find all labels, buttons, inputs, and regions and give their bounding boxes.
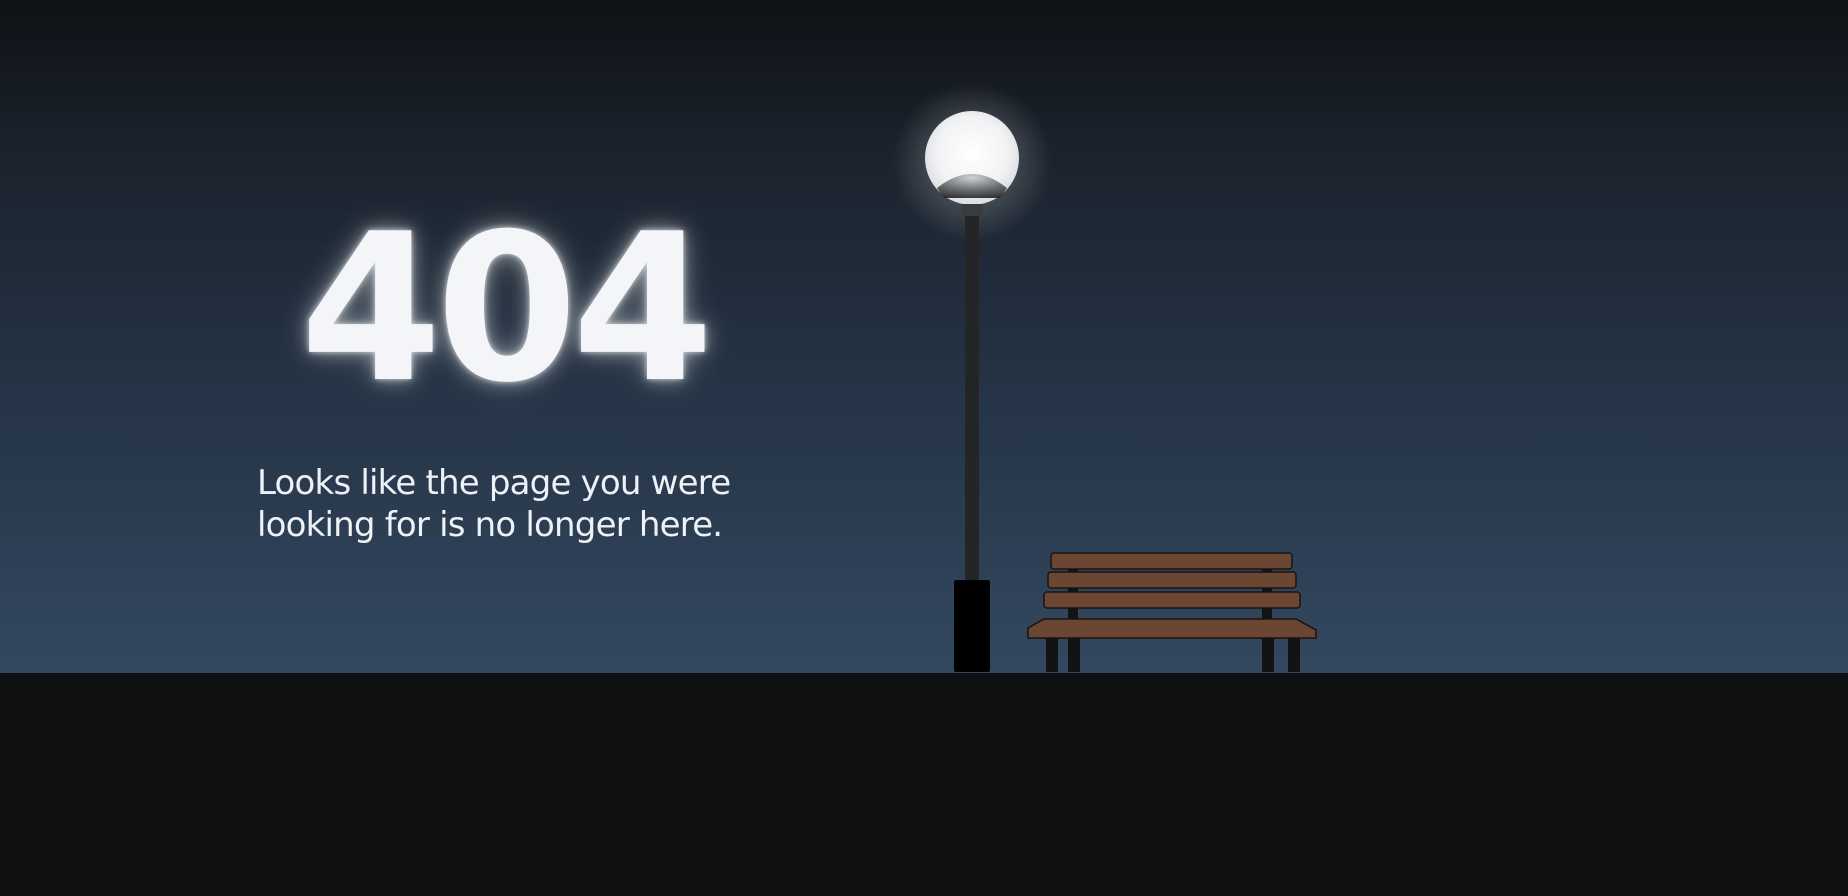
lamp-collar xyxy=(961,204,983,218)
bench-leg-back-left xyxy=(1068,638,1080,672)
bench-leg-back-right xyxy=(1262,638,1274,672)
scene-illustration xyxy=(892,82,1317,672)
bench-leg-front-right xyxy=(1288,638,1300,672)
bench-backrest-slat-top xyxy=(1050,552,1293,570)
bench-leg-front-left xyxy=(1046,638,1058,672)
lamp-base xyxy=(954,580,990,672)
bench-backrest-slat-middle xyxy=(1047,571,1297,589)
bench-backrest-slat-bottom xyxy=(1043,591,1301,609)
lamp-post xyxy=(965,216,979,582)
bench-seat xyxy=(1027,618,1317,639)
park-bench xyxy=(1027,552,1317,672)
street-lamp xyxy=(892,82,1052,672)
